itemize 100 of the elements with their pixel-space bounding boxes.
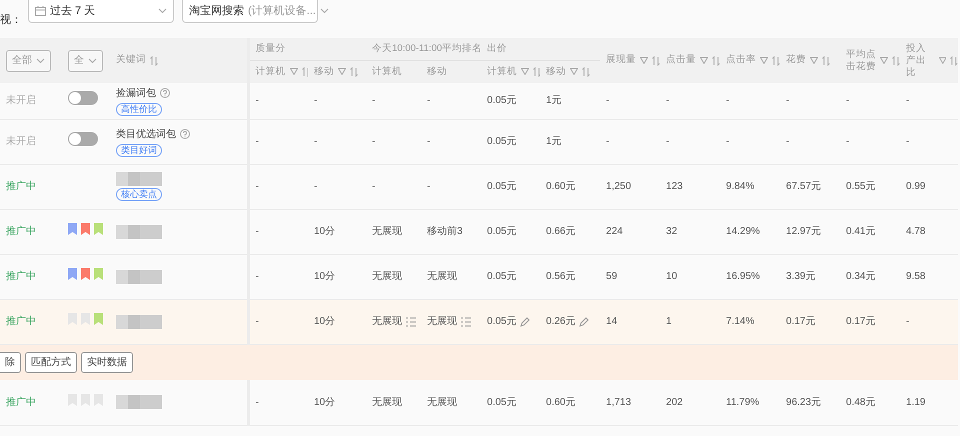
table-cell-text: - bbox=[846, 135, 850, 149]
table-cell-text: - bbox=[666, 135, 670, 149]
table-cell-text: 0.05元 bbox=[487, 396, 516, 410]
help-icon[interactable] bbox=[180, 129, 190, 139]
column-header: 点击量 bbox=[666, 53, 696, 68]
keyword-tag: 核心卖点 bbox=[116, 188, 162, 201]
column-header: 计算机 bbox=[372, 64, 402, 79]
flag-icon[interactable] bbox=[94, 223, 103, 235]
action-button[interactable]: 除 bbox=[0, 352, 21, 373]
table-cell-text: 9.84% bbox=[726, 180, 754, 194]
table-cell-text: 0.05元 bbox=[487, 94, 516, 108]
table-cell-text: - bbox=[372, 135, 376, 149]
sort-icon[interactable] bbox=[772, 56, 780, 66]
table-cell-text: 10分 bbox=[314, 270, 336, 284]
filter-icon[interactable] bbox=[640, 57, 648, 64]
filter-icon[interactable] bbox=[521, 68, 530, 76]
sort-icon[interactable] bbox=[302, 66, 308, 77]
sort-icon[interactable] bbox=[652, 56, 660, 66]
table-cell-text: 1,250 bbox=[606, 180, 632, 194]
table-cell-text: - bbox=[256, 270, 259, 284]
table-cell-text: 10分 bbox=[314, 396, 336, 410]
flag-icon[interactable] bbox=[94, 268, 103, 280]
table-cell-text: 无展现 bbox=[427, 270, 457, 284]
redacted-keyword bbox=[116, 224, 162, 238]
table-cell-text: 移动前3 bbox=[427, 225, 463, 239]
column-header: 移动 bbox=[427, 64, 447, 79]
filter-icon[interactable] bbox=[700, 57, 708, 64]
table-cell-text: 无展现 bbox=[427, 315, 457, 329]
toggle-switch[interactable] bbox=[68, 91, 98, 106]
table-cell-text: 0.05元 bbox=[487, 225, 516, 239]
flag-icon[interactable] bbox=[94, 313, 103, 325]
status-text: 推广中 bbox=[6, 271, 36, 282]
sort-icon[interactable] bbox=[712, 56, 720, 66]
flag-icon[interactable] bbox=[81, 223, 90, 235]
filter-icon[interactable] bbox=[938, 57, 946, 64]
sort-icon[interactable] bbox=[950, 56, 958, 66]
list-icon[interactable] bbox=[461, 316, 471, 326]
table-cell-text: 无展现 bbox=[372, 270, 402, 284]
help-icon[interactable] bbox=[160, 88, 170, 98]
table-cell-text: 0.05元 bbox=[487, 315, 516, 329]
table-cell-text: 3.39元 bbox=[786, 270, 816, 284]
chevron-down-icon bbox=[158, 8, 167, 14]
status-text: 推广中 bbox=[6, 226, 36, 237]
table-cell-text: - bbox=[606, 135, 610, 149]
sort-icon[interactable] bbox=[150, 56, 158, 66]
redacted-keyword bbox=[116, 314, 162, 328]
column-header: 移动 bbox=[314, 64, 334, 79]
redacted-keyword bbox=[116, 270, 162, 284]
date-range-select[interactable]: 过去 7 天 bbox=[28, 0, 174, 23]
filter-icon[interactable] bbox=[880, 57, 888, 64]
sort-icon[interactable] bbox=[822, 56, 830, 66]
table-cell-text: 10分 bbox=[314, 315, 336, 329]
table-cell-text: 4.78 bbox=[906, 225, 926, 239]
filter-icon[interactable] bbox=[570, 68, 578, 76]
list-icon[interactable] bbox=[406, 316, 416, 326]
filter-icon[interactable] bbox=[338, 68, 346, 76]
table-cell-text: - bbox=[314, 94, 318, 108]
table-cell-text: 32 bbox=[666, 225, 678, 239]
filter-icon[interactable] bbox=[810, 57, 818, 64]
column-header: 投入产出比 bbox=[906, 42, 928, 78]
table-cell-text: 无展现 bbox=[427, 396, 457, 410]
sort-icon[interactable] bbox=[892, 56, 900, 66]
table-cell-text: - bbox=[906, 315, 910, 329]
action-button[interactable]: 实时数据 bbox=[81, 352, 133, 373]
table-cell-text: - bbox=[427, 94, 430, 108]
table-cell-text: 11.79% bbox=[726, 396, 760, 410]
filter-icon[interactable] bbox=[760, 57, 768, 64]
table-cell-text: - bbox=[256, 396, 259, 410]
table-cell-text: 59 bbox=[606, 270, 618, 284]
filter-icon[interactable] bbox=[290, 68, 298, 76]
table-cell-text: - bbox=[256, 94, 259, 108]
table-cell-text: 9.58 bbox=[906, 270, 926, 284]
flag-icon[interactable] bbox=[68, 268, 77, 280]
table-cell-text: 0.60元 bbox=[546, 396, 576, 410]
sort-icon[interactable] bbox=[582, 66, 590, 77]
table-cell-text: 1元 bbox=[546, 94, 562, 108]
table-cell-text: - bbox=[786, 94, 790, 108]
table-cell-text: 67.57元 bbox=[786, 180, 822, 194]
table-cell-text: 0.41元 bbox=[846, 225, 876, 239]
flag-icon[interactable] bbox=[81, 268, 90, 280]
table-cell-text: - bbox=[314, 135, 318, 149]
edit-icon[interactable] bbox=[520, 316, 530, 326]
table-cell-text: 96.23元 bbox=[786, 396, 822, 410]
table-cell-text: 14.29% bbox=[726, 225, 760, 239]
chevron-down-icon bbox=[88, 58, 97, 64]
column-header: 关键词 bbox=[116, 53, 146, 68]
toggle-switch[interactable] bbox=[68, 132, 98, 146]
column-header: 点击率 bbox=[726, 53, 756, 68]
table-cell-text: 123 bbox=[666, 180, 683, 194]
table-cell-text: 0.17元 bbox=[786, 315, 816, 329]
sort-icon[interactable] bbox=[533, 66, 540, 77]
table-cell-text: 0.05元 bbox=[487, 180, 516, 194]
action-button[interactable]: 匹配方式 bbox=[25, 352, 77, 373]
sort-icon[interactable] bbox=[350, 66, 358, 77]
table-cell-text: - bbox=[786, 135, 790, 149]
table-cell-text: 0.05元 bbox=[487, 135, 516, 149]
column-header: 移动 bbox=[546, 64, 566, 79]
table-cell-text: 1.19 bbox=[906, 396, 926, 410]
flag-icon[interactable] bbox=[68, 223, 77, 235]
edit-icon[interactable] bbox=[579, 316, 590, 326]
